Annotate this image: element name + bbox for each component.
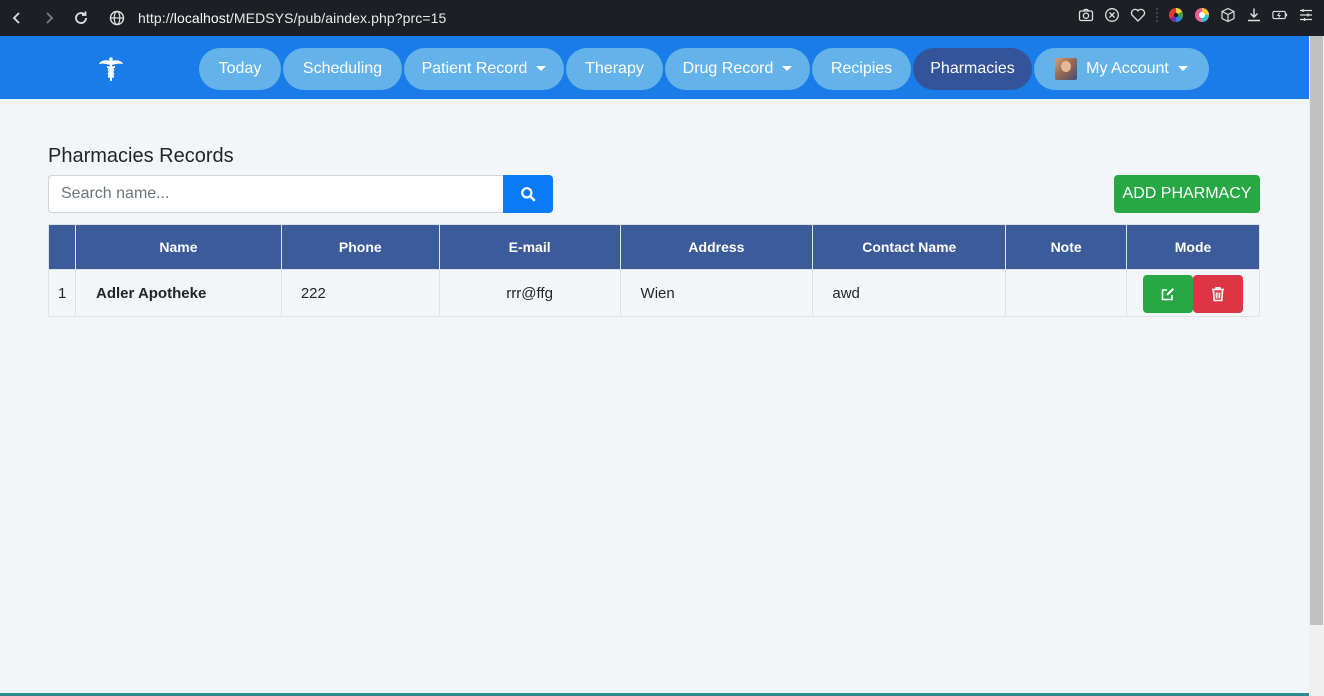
scrollbar-thumb[interactable] [1310,36,1323,625]
cell-address: Wien [619,269,814,317]
block-icon[interactable] [1104,7,1120,23]
cell-phone: 222 [280,269,440,317]
cell-note [1005,269,1128,317]
browser-toolbar: http://localhost/MEDSYS/pub/aindex.php?p… [0,0,1324,36]
nav-today[interactable]: Today [199,48,281,90]
nav-pharmacies[interactable]: Pharmacies [913,48,1032,90]
nav-scheduling-label: Scheduling [302,60,383,77]
divider [1156,7,1158,23]
palette-icon[interactable] [1194,7,1210,23]
column-header-note: Note [1005,224,1128,270]
column-header-name: Name [74,224,282,270]
battery-icon[interactable] [1272,7,1288,23]
back-icon[interactable] [6,7,28,29]
site-info-icon[interactable] [106,7,128,29]
column-header-mode: Mode [1126,224,1260,270]
main-navbar: Today Scheduling Patient Record Therapy … [0,36,1309,99]
menu-icon[interactable] [1298,7,1314,23]
chevron-down-icon [536,65,547,71]
chevron-down-icon [782,65,793,71]
page-title: Pharmacies Records [48,145,234,167]
trash-icon [1212,287,1225,302]
nav-pharmacies-label: Pharmacies [930,60,1015,77]
nav-my-account-label: My Account [1086,60,1169,77]
add-pharmacy-label: ADD PHARMACY [1122,185,1252,202]
nav-scheduling[interactable]: Scheduling [283,48,402,90]
add-pharmacy-button[interactable]: ADD PHARMACY [1114,175,1260,213]
address-bar[interactable]: http://localhost/MEDSYS/pub/aindex.php?p… [138,10,446,26]
table-header-row: Name Phone E-mail Address Contact Name N… [48,224,1260,270]
nav-drug-record[interactable]: Drug Record [665,48,810,90]
nav-therapy-label: Therapy [585,60,644,77]
cell-contact-name: awd [812,269,1007,317]
cell-name: Adler Apotheke [74,269,282,317]
camera-icon[interactable] [1078,7,1094,23]
search-input[interactable] [48,175,504,213]
forward-icon[interactable] [38,7,60,29]
nav-therapy[interactable]: Therapy [566,48,663,90]
url-path: /MEDSYS/pub/aindex.php?prc=15 [229,10,447,26]
edit-icon [1161,288,1175,301]
column-header-number [48,224,76,270]
nav-patient-record[interactable]: Patient Record [404,48,564,90]
heart-icon[interactable] [1130,7,1146,23]
cell-mode [1126,269,1260,317]
nav-patient-record-label: Patient Record [421,60,528,77]
nav-recipies-label: Recipies [830,60,893,77]
column-header-address: Address [619,224,814,270]
search-icon [521,187,536,202]
cell-number: 1 [48,269,76,317]
url-host: localhost [173,10,230,26]
delete-button[interactable] [1193,275,1244,313]
nav-drug-record-label: Drug Record [682,60,774,77]
column-header-contact-name: Contact Name [812,224,1007,270]
table-row: 1 Adler Apotheke 222 rrr@ffg Wien awd [48,269,1260,317]
chevron-down-icon [1177,65,1188,71]
reload-icon[interactable] [70,7,92,29]
pharmacies-table: Name Phone E-mail Address Contact Name N… [48,224,1260,317]
cube-icon[interactable] [1220,7,1236,23]
avatar [1055,58,1078,80]
color-wheel-icon[interactable] [1168,7,1184,23]
edit-button[interactable] [1143,275,1194,313]
column-header-phone: Phone [280,224,440,270]
caduceus-icon[interactable] [97,56,125,82]
nav-my-account[interactable]: My Account [1034,48,1209,90]
search-button[interactable] [503,175,553,213]
cell-email: rrr@ffg [438,269,621,317]
download-icon[interactable] [1246,7,1262,23]
column-header-email: E-mail [438,224,621,270]
nav-today-label: Today [218,60,262,77]
page-scrollbar[interactable] [1309,36,1324,696]
url-prefix: http:// [138,10,174,26]
nav-recipies[interactable]: Recipies [812,48,911,90]
